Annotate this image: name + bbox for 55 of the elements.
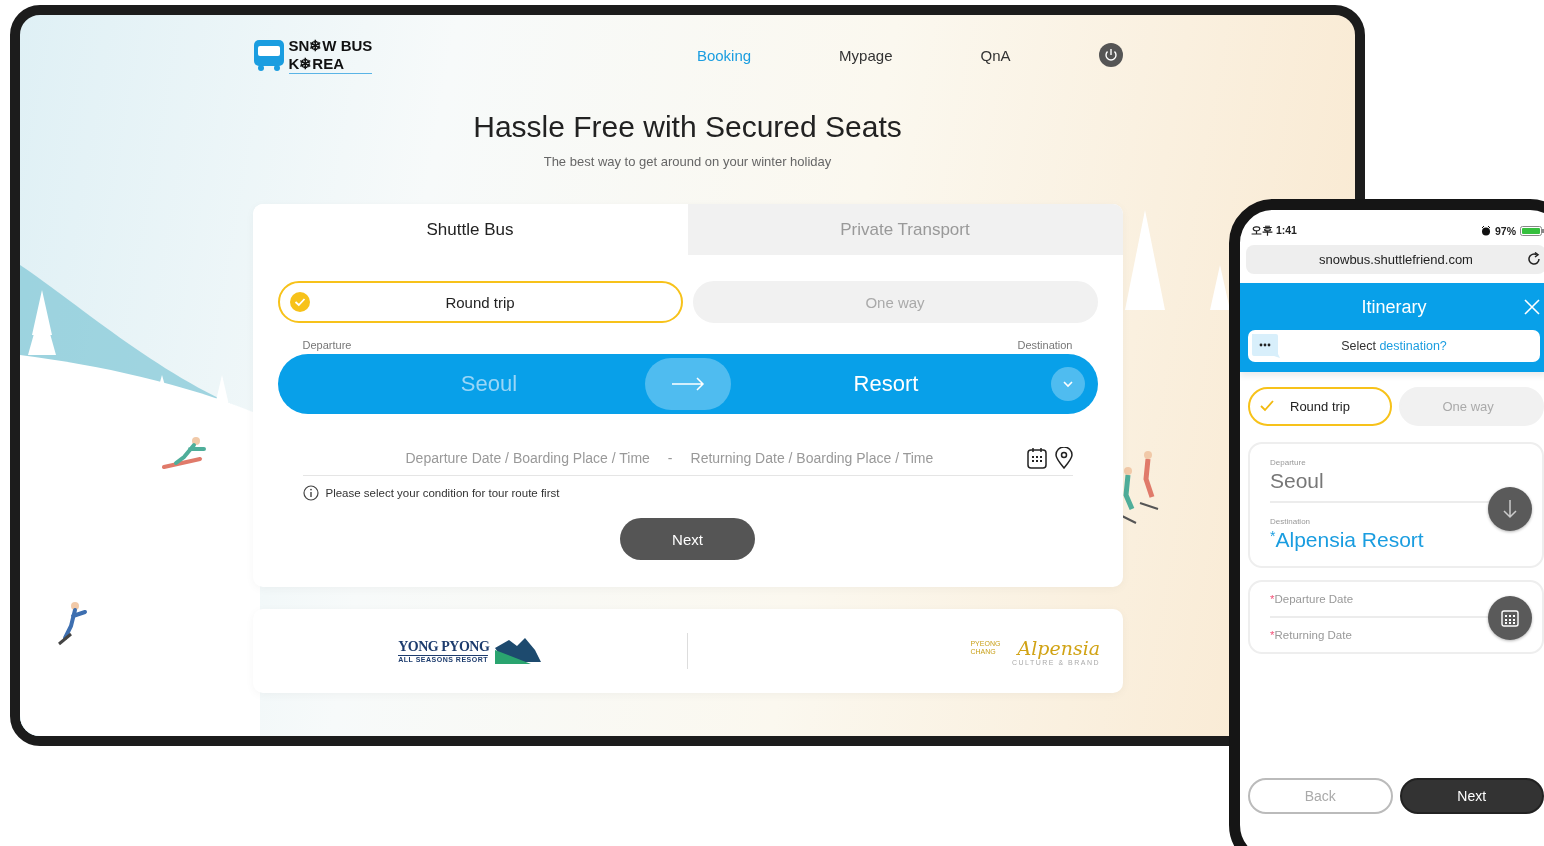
hero-subtitle: The best way to get around on your winter holiday (543, 154, 832, 169)
placeholder-text: Returning Date / Boarding Place / Time (690, 450, 934, 466)
battery-percent: 97% (1495, 225, 1516, 237)
logo-text: SN❄W BUS K❄REA (288, 36, 373, 74)
calendar-button[interactable] (1488, 596, 1532, 640)
swap-button[interactable] (1488, 487, 1532, 531)
close-icon[interactable] (1524, 299, 1540, 315)
nav-link[interactable]: QnA (980, 46, 1011, 64)
calendar-icon[interactable] (1026, 447, 1047, 469)
tab[interactable]: Private Transport (687, 204, 1123, 255)
alarm-clock-icon (1481, 226, 1491, 236)
placeholder-text: Departure Date / Boarding Place / Time (405, 450, 650, 466)
prompt-text: Select destination? (1340, 339, 1448, 353)
field-label: Destination (1270, 517, 1312, 526)
nav-link[interactable]: Mypage (839, 46, 893, 64)
prompt-box[interactable]: Select destination? (1248, 330, 1540, 362)
battery-icon (1520, 226, 1544, 236)
arrow-right-icon (670, 377, 705, 391)
location-pin-icon[interactable] (1054, 447, 1073, 469)
url-text: snowbus.shuttlefriend.com (1319, 252, 1473, 267)
status-time: 오후 1:41 (1251, 224, 1297, 238)
info-icon (302, 485, 319, 501)
trip-option[interactable]: Round trip (1248, 387, 1392, 426)
logo-text: Alpensia (1017, 636, 1101, 659)
tab[interactable]: Shuttle Bus (252, 204, 688, 255)
nav-link[interactable]: Booking (696, 46, 752, 64)
check-icon (289, 292, 310, 312)
field-label: Departure (1270, 458, 1307, 467)
reload-icon[interactable] (1527, 252, 1541, 266)
chat-bubble-icon (1252, 334, 1280, 358)
notice-text: Please select your condition for tour route first (325, 487, 560, 499)
back-button[interactable]: Back (1248, 778, 1393, 814)
logo-text: YONG PYONG (398, 639, 490, 655)
next-button[interactable]: Next (620, 518, 755, 560)
mountain-logo-icon (495, 638, 542, 664)
field-label: Destination (1017, 339, 1073, 351)
address-bar[interactable]: snowbus.shuttlefriend.com (1246, 245, 1544, 274)
departure-value: Seoul (459, 371, 519, 397)
check-icon (1260, 400, 1274, 412)
field-label: Departure (302, 339, 352, 351)
departure-value[interactable]: Seoul (1270, 469, 1492, 503)
schedule-field[interactable]: Departure Date / Boarding Place / Time - Returning Date / Boarding Place / Time (302, 441, 1073, 476)
chevron-down-icon (1061, 380, 1074, 388)
trip-option[interactable]: Round trip (277, 281, 683, 323)
hero-title: Hassle Free with Secured Seats (473, 110, 902, 144)
date-field[interactable]: *Departure Date (1270, 582, 1492, 616)
destination-value[interactable]: *Alpensia Resort (1270, 528, 1542, 566)
power-icon[interactable] (1098, 43, 1123, 67)
arrow-down-icon (1502, 499, 1518, 519)
header-title: Itinerary (1361, 296, 1427, 318)
next-button[interactable]: Next (1399, 778, 1544, 814)
destination-value: Resort (852, 371, 920, 397)
bus-icon (252, 38, 285, 72)
separator-text: - (667, 450, 673, 466)
calendar-icon (1501, 609, 1519, 627)
